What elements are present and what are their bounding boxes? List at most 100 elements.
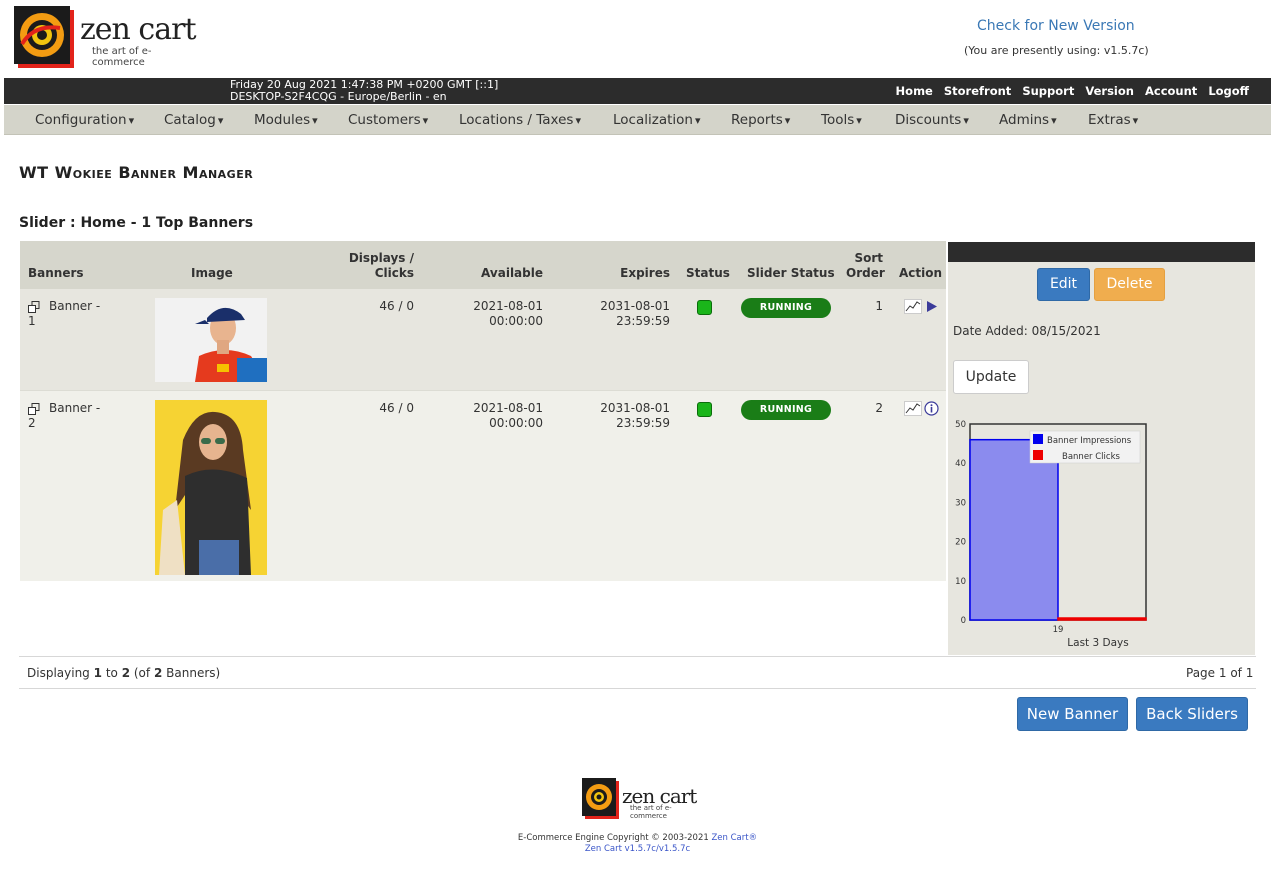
header-order-line: Order [846, 266, 885, 280]
play-arrow-icon[interactable] [926, 300, 938, 313]
zen-cart-logo-mark-icon [14, 6, 74, 68]
header-action: Action [899, 266, 943, 280]
check-new-version-link[interactable]: Check for New Version [977, 18, 1135, 34]
server-datetime: Friday 20 Aug 2021 1:47:38 PM +0200 GMT … [230, 79, 498, 103]
header-sort-line: Sort [854, 251, 883, 265]
expires-date: 2031-08-01 [600, 401, 670, 415]
top-link-support[interactable]: Support [1022, 84, 1074, 98]
menu-localization[interactable]: Localization [613, 112, 701, 128]
banner-statistics-chart: 0 10 20 30 40 50 19Last 3 Days Banner Impressio… [955, 420, 1147, 649]
main-menu: Configuration Catalog Modules Customers … [4, 105, 1271, 135]
slider-status-badge[interactable]: RUNNING [741, 298, 831, 318]
info-icon[interactable] [924, 401, 939, 416]
displaying-count: Displaying 1 to 2 (of 2 Banners) [27, 666, 220, 680]
menu-locations-taxes[interactable]: Locations / Taxes [459, 112, 581, 128]
expires-datetime: 2031-08-01 23:59:59 [590, 299, 670, 329]
expires-time: 23:59:59 [616, 416, 670, 430]
menu-modules[interactable]: Modules [254, 112, 318, 128]
status-active-icon[interactable] [697, 300, 712, 315]
chart-bar [969, 438, 1059, 621]
menu-catalog[interactable]: Catalog [164, 112, 223, 128]
slider-subtitle: Slider : Home - 1 Top Banners [19, 215, 254, 231]
divider [19, 688, 1256, 689]
banner-1-image[interactable] [155, 298, 267, 382]
page-title: WT Wokiee Banner Manager [19, 163, 254, 182]
logo-tagline: the art of e-commerce [92, 46, 152, 68]
menu-extras[interactable]: Extras [1088, 112, 1138, 128]
copyright-notice: E-Commerce Engine Copyright © 2003-2021 [517, 833, 709, 843]
version-link[interactable]: Zen Cart v1.5.7c/v1.5.7c [0, 844, 1275, 854]
menu-configuration[interactable]: Configuration [35, 112, 134, 128]
top-link-account[interactable]: Account [1145, 84, 1197, 98]
banner-details-panel: Edit Delete Date Added: 08/15/2021 Updat… [948, 242, 1255, 655]
menu-discounts[interactable]: Discounts [895, 112, 969, 128]
top-links: Home Storefront Support Version Account … [889, 84, 1249, 98]
banner-number: 1 [28, 314, 36, 328]
y-tick-label: 0 [961, 616, 966, 626]
displaying-total: 2 [153, 666, 163, 680]
zen-cart-link[interactable]: Zen Cart® [711, 833, 757, 843]
table-header: Banners Image Displays / Clicks Availabl… [20, 241, 946, 289]
y-tick-label: 10 [955, 577, 966, 587]
sort-order-value: 2 [875, 401, 883, 415]
header-slider-status: Slider Status [747, 266, 835, 280]
footer-logo-tagline: the art of e-commerce [630, 804, 672, 820]
zen-cart-logo[interactable]: zen cart the art of e-commerce [14, 6, 204, 72]
top-link-home[interactable]: Home [896, 84, 933, 98]
top-link-version[interactable]: Version [1085, 84, 1134, 98]
table-row[interactable]: Banner - 2 46 / 0 2021-08-01 00:00:00 20… [20, 390, 946, 581]
header-displays-line: Displays / [348, 251, 414, 265]
header-displays-clicks: Displays / Clicks [332, 251, 414, 281]
menu-reports[interactable]: Reports [731, 112, 790, 128]
logo-wordmark: zen cart [80, 12, 197, 47]
displaying-prefix: Displaying [27, 666, 90, 680]
footer-zen-cart-logo[interactable]: zen cart the art of e-commerce [582, 778, 702, 820]
slider-status-badge[interactable]: RUNNING [741, 400, 831, 420]
x-tick-label: 19 [1053, 625, 1064, 635]
banner-name: Banner - 1 [28, 299, 100, 329]
banner-name-line: Banner - [49, 401, 101, 415]
host-locale-line: DESKTOP-S2F4CQG - Europe/Berlin - en [230, 90, 447, 103]
sort-order-value: 1 [875, 299, 883, 313]
menu-tools[interactable]: Tools [821, 112, 862, 128]
header-image: Image [191, 266, 233, 280]
available-datetime: 2021-08-01 00:00:00 [463, 299, 543, 329]
delete-button[interactable]: Delete [1094, 268, 1165, 301]
header-available: Available [481, 266, 543, 280]
panel-header [948, 242, 1255, 262]
displays-clicks-value: 46 / 0 [379, 299, 414, 313]
status-active-icon[interactable] [697, 402, 712, 417]
menu-customers[interactable]: Customers [348, 112, 428, 128]
top-link-logoff[interactable]: Logoff [1208, 84, 1249, 98]
x-axis-label: Last 3 Days [1067, 637, 1128, 649]
banner-window-icon [28, 301, 40, 313]
banner-2-image[interactable] [155, 400, 267, 575]
displaying-to: 2 [121, 666, 131, 680]
header-clicks-line: Clicks [374, 266, 414, 280]
top-link-storefront[interactable]: Storefront [944, 84, 1011, 98]
y-tick-label: 50 [955, 420, 966, 430]
menu-admins[interactable]: Admins [999, 112, 1057, 128]
available-date: 2021-08-01 [473, 401, 543, 415]
current-version-text: (You are presently using: v1.5.7c) [964, 44, 1149, 57]
statistics-icon[interactable] [904, 299, 922, 314]
back-sliders-button[interactable]: Back Sliders [1136, 697, 1248, 731]
divider [19, 656, 1256, 657]
admin-top-bar: Friday 20 Aug 2021 1:47:38 PM +0200 GMT … [4, 78, 1271, 104]
displaying-suffix: Banners) [166, 666, 221, 680]
chart-bar [1057, 617, 1147, 621]
table-row[interactable]: Banner - 1 46 / 0 2021-08-01 00:00:00 20… [20, 289, 946, 390]
new-banner-button[interactable]: New Banner [1017, 697, 1128, 731]
edit-button[interactable]: Edit [1037, 268, 1090, 301]
banner-name: Banner - 2 [28, 401, 101, 431]
y-tick-label: 40 [955, 459, 966, 469]
displaying-of-prefix: (of [133, 666, 151, 680]
update-button[interactable]: Update [953, 360, 1029, 394]
statistics-icon[interactable] [904, 401, 922, 416]
footer-logo-mark-icon [582, 778, 619, 819]
expires-datetime: 2031-08-01 23:59:59 [590, 401, 670, 431]
legend-label: Banner Clicks [1062, 452, 1120, 462]
displaying-to-word: to [105, 666, 118, 680]
copyright-text: E-Commerce Engine Copyright © 2003-2021 … [0, 833, 1275, 843]
banner-window-icon [28, 403, 40, 415]
